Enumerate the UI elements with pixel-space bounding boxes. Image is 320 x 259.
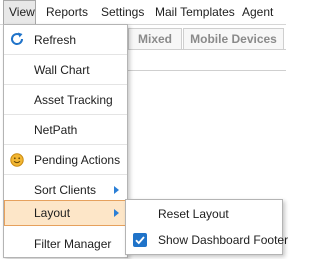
menu-view[interactable]: View [3, 0, 36, 25]
menu-item-wall-chart[interactable]: Wall Chart [4, 55, 127, 85]
checkbox-checked-icon[interactable] [133, 233, 147, 247]
menu-item-label: Wall Chart [34, 63, 90, 77]
menu-item-asset-tracking[interactable]: Asset Tracking [4, 85, 127, 115]
smiley-icon [10, 153, 24, 167]
menu-item-label: Asset Tracking [34, 93, 113, 107]
menu-item-label: Layout [34, 206, 71, 220]
toolbar-strip [128, 49, 286, 71]
submenu-item-label: Show Dashboard Footer [158, 233, 289, 247]
menu-bar: View Reports Settings Mail Templates Age… [0, 0, 286, 25]
menu-reports[interactable]: Reports [46, 0, 88, 25]
menu-settings[interactable]: Settings [101, 0, 144, 25]
chevron-right-icon [114, 209, 119, 217]
menu-item-pending-actions[interactable]: Pending Actions [4, 145, 127, 175]
menu-agent[interactable]: Agent [242, 0, 273, 25]
menu-mail-templates[interactable]: Mail Templates [155, 0, 235, 25]
chevron-right-icon [114, 186, 119, 194]
layout-submenu: Reset Layout Show Dashboard Footer [125, 199, 288, 255]
menu-item-label: Filter Manager [34, 237, 112, 251]
refresh-icon [11, 32, 24, 45]
menu-item-label: Pending Actions [34, 153, 121, 167]
menu-item-layout[interactable]: Layout [4, 200, 127, 226]
submenu-item-reset-layout[interactable]: Reset Layout [126, 201, 282, 228]
submenu-item-show-dashboard-footer[interactable]: Show Dashboard Footer [126, 227, 288, 254]
tab-mixed[interactable]: Mixed [128, 28, 182, 50]
tab-mobile-devices[interactable]: Mobile Devices [183, 28, 284, 50]
menu-item-filter-manager[interactable]: Filter Manager [4, 229, 127, 259]
view-menu: Refresh Wall Chart Asset Tracking NetPat… [3, 24, 128, 258]
menu-item-label: NetPath [34, 123, 78, 137]
menu-item-label: Refresh [34, 33, 77, 47]
menu-item-netpath[interactable]: NetPath [4, 115, 127, 145]
menu-item-refresh[interactable]: Refresh [4, 25, 127, 55]
submenu-item-label: Reset Layout [158, 207, 229, 221]
